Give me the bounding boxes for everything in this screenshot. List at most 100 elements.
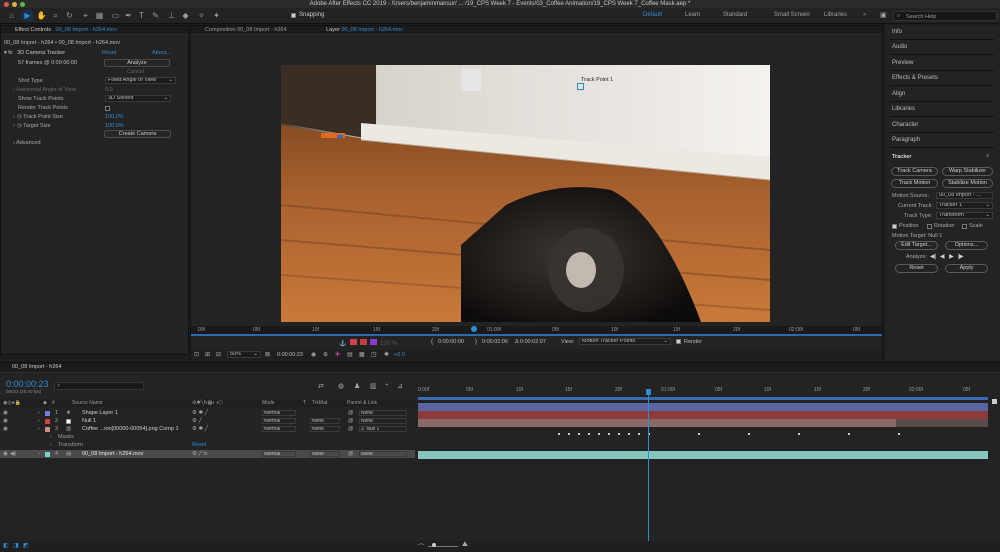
- audio-icon[interactable]: ◀): [10, 450, 16, 458]
- advanced-group[interactable]: › Advanced: [13, 140, 41, 146]
- close-window-button[interactable]: [4, 1, 9, 7]
- visibility-eye-icon[interactable]: ◉: [3, 450, 8, 458]
- 3d-view-icon[interactable]: ◳: [371, 351, 377, 358]
- layer-trkmat-dropdown[interactable]: None: [310, 451, 340, 457]
- expand-arrow-icon[interactable]: ›: [38, 425, 40, 433]
- layer-switches[interactable]: ⚙ ✱ ╱: [192, 409, 208, 417]
- rotation-tool-icon[interactable]: ↻: [64, 10, 75, 21]
- transfer-controls-toggle-icon[interactable]: ◨: [13, 542, 19, 549]
- comp-mini-flowchart-icon[interactable]: ⇄: [318, 382, 324, 390]
- motion-blur-icon[interactable]: ◔: [384, 382, 388, 389]
- keyframe[interactable]: [698, 433, 700, 435]
- layer-parent-dropdown[interactable]: None: [359, 451, 407, 457]
- analyze-backward-icon[interactable]: ◀: [940, 254, 945, 260]
- layer-name[interactable]: Null 1: [82, 417, 96, 425]
- keyframe[interactable]: [618, 433, 620, 435]
- graph-editor-icon[interactable]: ⊿: [397, 382, 403, 390]
- out-time[interactable]: 0:00:02:06: [482, 339, 508, 345]
- viewer-time-ruler[interactable]: 00f 05f 10f 15f 20f 01:00f 05f 10f 15f 2…: [191, 326, 882, 334]
- analyze-forward-icon[interactable]: ▶: [949, 254, 954, 260]
- brush-tool-icon[interactable]: ✎: [150, 10, 161, 21]
- layer-tab[interactable]: Layer 00_08 Import - h264.mov: [326, 27, 403, 33]
- layer-mode-dropdown[interactable]: Normal: [262, 451, 296, 457]
- paragraph-panel-header[interactable]: Paragraph: [890, 133, 994, 148]
- keyframe[interactable]: [558, 433, 560, 435]
- timeline-timecode[interactable]: 0:00:00:23: [6, 379, 49, 389]
- layer-trkmat-dropdown[interactable]: None: [310, 418, 340, 424]
- in-point-bracket-icon[interactable]: {: [431, 339, 433, 345]
- tracker-apply-button[interactable]: Apply: [945, 264, 988, 273]
- type-tool-icon[interactable]: T: [136, 10, 147, 21]
- keyframe[interactable]: [848, 433, 850, 435]
- layer-duration-bar[interactable]: [418, 411, 988, 419]
- expand-arrow-icon[interactable]: ›: [38, 409, 40, 417]
- info-panel-header[interactable]: Info: [890, 25, 994, 40]
- keyframe[interactable]: [798, 433, 800, 435]
- viewer-footage[interactable]: Track Point 1: [281, 65, 770, 322]
- exposure-reset-icon[interactable]: ✺: [384, 351, 389, 358]
- audio-panel-header[interactable]: Audio: [890, 40, 994, 55]
- camera-tool-icon[interactable]: ⌖: [80, 10, 91, 21]
- zoom-in-icon[interactable]: ⛰: [462, 541, 468, 549]
- layer-parent-dropdown[interactable]: None: [359, 410, 407, 416]
- position-checkbox[interactable]: [892, 224, 897, 229]
- always-preview-icon[interactable]: ⊡: [194, 351, 199, 358]
- timeline-playhead-line[interactable]: [648, 395, 649, 545]
- keyframe[interactable]: [568, 433, 570, 435]
- keyframe[interactable]: [628, 433, 630, 435]
- show-track-points-dropdown[interactable]: 3D Solved ⌄: [105, 95, 171, 102]
- work-area-bar[interactable]: [191, 334, 882, 336]
- expand-arrow-icon[interactable]: ›: [50, 433, 52, 441]
- track-motion-button[interactable]: Track Motion: [891, 179, 938, 188]
- layer-row[interactable]: ◉ › 2 Null 1 ⚙ ╱ Normal None @ None: [0, 417, 415, 425]
- layer-mode-dropdown[interactable]: Normal: [262, 418, 296, 424]
- blue-channel-icon[interactable]: [369, 339, 377, 345]
- align-panel-header[interactable]: Align: [890, 87, 994, 102]
- label-color-swatch[interactable]: [45, 410, 50, 416]
- search-help-field[interactable]: ⌕ Search Help: [893, 11, 997, 21]
- label-color-swatch[interactable]: [45, 418, 50, 424]
- layer-parent-dropdown[interactable]: 2. Null 1: [359, 426, 407, 432]
- red-channel-icon[interactable]: [350, 339, 358, 345]
- expand-arrow-icon[interactable]: ›: [38, 417, 40, 425]
- effect-about-link[interactable]: About...: [152, 50, 171, 56]
- region-of-interest-icon[interactable]: ▤: [347, 351, 353, 358]
- clone-stamp-tool-icon[interactable]: ⊥: [166, 10, 177, 21]
- stabilize-motion-button[interactable]: Stabilize Motion: [942, 179, 993, 188]
- track-type-dropdown[interactable]: Transform ⌄: [936, 212, 993, 219]
- shy-layers-icon[interactable]: ♟: [354, 382, 360, 390]
- layer-duration-bar-tail[interactable]: [896, 419, 988, 427]
- selection-tool-icon[interactable]: ▶: [22, 10, 33, 21]
- libraries-panel-header[interactable]: Libraries: [890, 102, 994, 117]
- parent-header[interactable]: Parent & Link: [347, 399, 377, 407]
- effect-header[interactable]: ▾ fx 3D Camera Tracker: [4, 50, 65, 56]
- effects-presets-panel-header[interactable]: Effects & Presets: [890, 71, 994, 86]
- home-icon[interactable]: ⌂: [6, 10, 17, 21]
- track-point-target[interactable]: [577, 83, 584, 90]
- timeline-tab[interactable]: 00_08 Import - h264: [0, 363, 1000, 373]
- timeline-track-area[interactable]: [418, 403, 988, 503]
- draft-3d-icon[interactable]: ◍: [338, 382, 344, 390]
- layer-switches[interactable]: ⚙ ✱ ╱: [192, 425, 208, 433]
- layer-row-selected[interactable]: ◉ ◀) › 4 ▤ 00_08 Import - h264.mov ⚙ ╱ f…: [0, 450, 415, 458]
- keyframe[interactable]: [598, 433, 600, 435]
- eraser-tool-icon[interactable]: ◆: [180, 10, 191, 21]
- layer-name[interactable]: Shape Layer 1: [82, 409, 118, 417]
- zoom-dropdown[interactable]: 50% ⌄: [227, 351, 261, 358]
- tracker-menu-icon[interactable]: ≡: [986, 153, 989, 159]
- transform-reset-link[interactable]: Reset: [192, 441, 206, 449]
- shot-type-dropdown[interactable]: Fixed Angle of View ⌄: [105, 77, 176, 84]
- layer-mode-dropdown[interactable]: Normal: [262, 410, 296, 416]
- pickwhip-icon[interactable]: @: [348, 409, 354, 417]
- exposure-value[interactable]: +0.0: [394, 352, 405, 358]
- current-track-dropdown[interactable]: Tracker 1 ⌄: [936, 202, 993, 209]
- target-size-value[interactable]: 100.0%: [105, 123, 124, 129]
- scroll-indicator[interactable]: [991, 399, 997, 404]
- fx-toggle-icon[interactable]: ▾ fx: [4, 50, 13, 56]
- layer-row[interactable]: ◉ › 1 ★ Shape Layer 1 ⚙ ✱ ╱ Normal @ Non…: [0, 409, 415, 417]
- track-point-size-value[interactable]: 100.0%: [105, 114, 124, 120]
- timeline-scrollbar[interactable]: [990, 398, 998, 458]
- character-panel-header[interactable]: Character: [890, 118, 994, 133]
- snapshot-icon[interactable]: ◉: [311, 351, 316, 358]
- hand-tool-icon[interactable]: ✋: [36, 10, 47, 21]
